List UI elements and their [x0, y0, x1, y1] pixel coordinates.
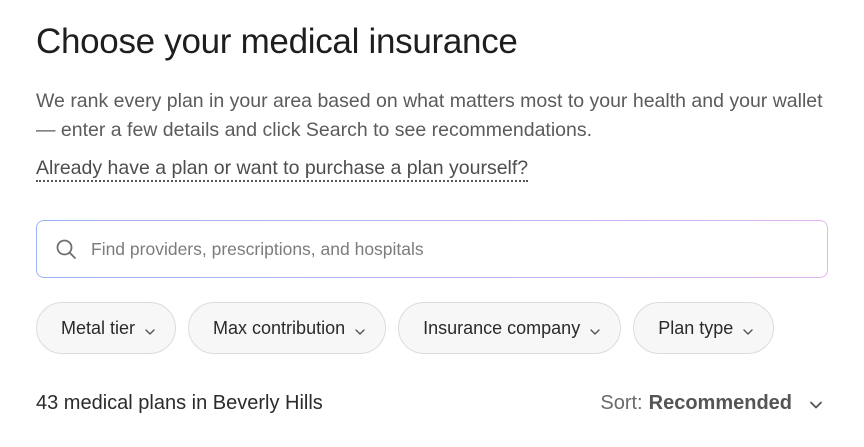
intro-text: We rank every plan in your area based on…	[36, 90, 823, 141]
sort-dropdown[interactable]: Sort: Recommended	[600, 392, 824, 415]
results-count: 43 medical plans in Beverly Hills	[36, 392, 323, 414]
filter-label: Plan type	[658, 317, 734, 338]
chevron-down-icon	[742, 322, 754, 335]
filter-label: Insurance company	[423, 317, 581, 338]
chevron-down-icon	[808, 396, 824, 412]
existing-plan-link[interactable]: Already have a plan or want to purchase …	[36, 156, 529, 182]
filter-label: Max contribution	[213, 317, 346, 338]
chevron-down-icon	[144, 322, 156, 335]
metal-tier-filter[interactable]: Metal tier	[36, 302, 177, 354]
filter-label: Metal tier	[61, 317, 136, 338]
sort-label: Sort:	[600, 392, 643, 414]
insurance-company-filter[interactable]: Insurance company	[398, 302, 622, 354]
search-input[interactable]	[89, 228, 793, 270]
chevron-down-icon	[589, 322, 601, 335]
search-box[interactable]	[37, 221, 827, 277]
max-contribution-filter[interactable]: Max contribution	[188, 302, 387, 354]
chevron-down-icon	[354, 322, 366, 335]
sort-value: Recommended	[648, 392, 792, 414]
search-icon	[55, 238, 77, 260]
plan-type-filter[interactable]: Plan type	[633, 302, 775, 354]
page-title: Choose your medical insurance	[36, 22, 518, 61]
search-bar	[36, 220, 828, 278]
filter-bar: Metal tier Max contribution Insurance co…	[36, 302, 775, 354]
